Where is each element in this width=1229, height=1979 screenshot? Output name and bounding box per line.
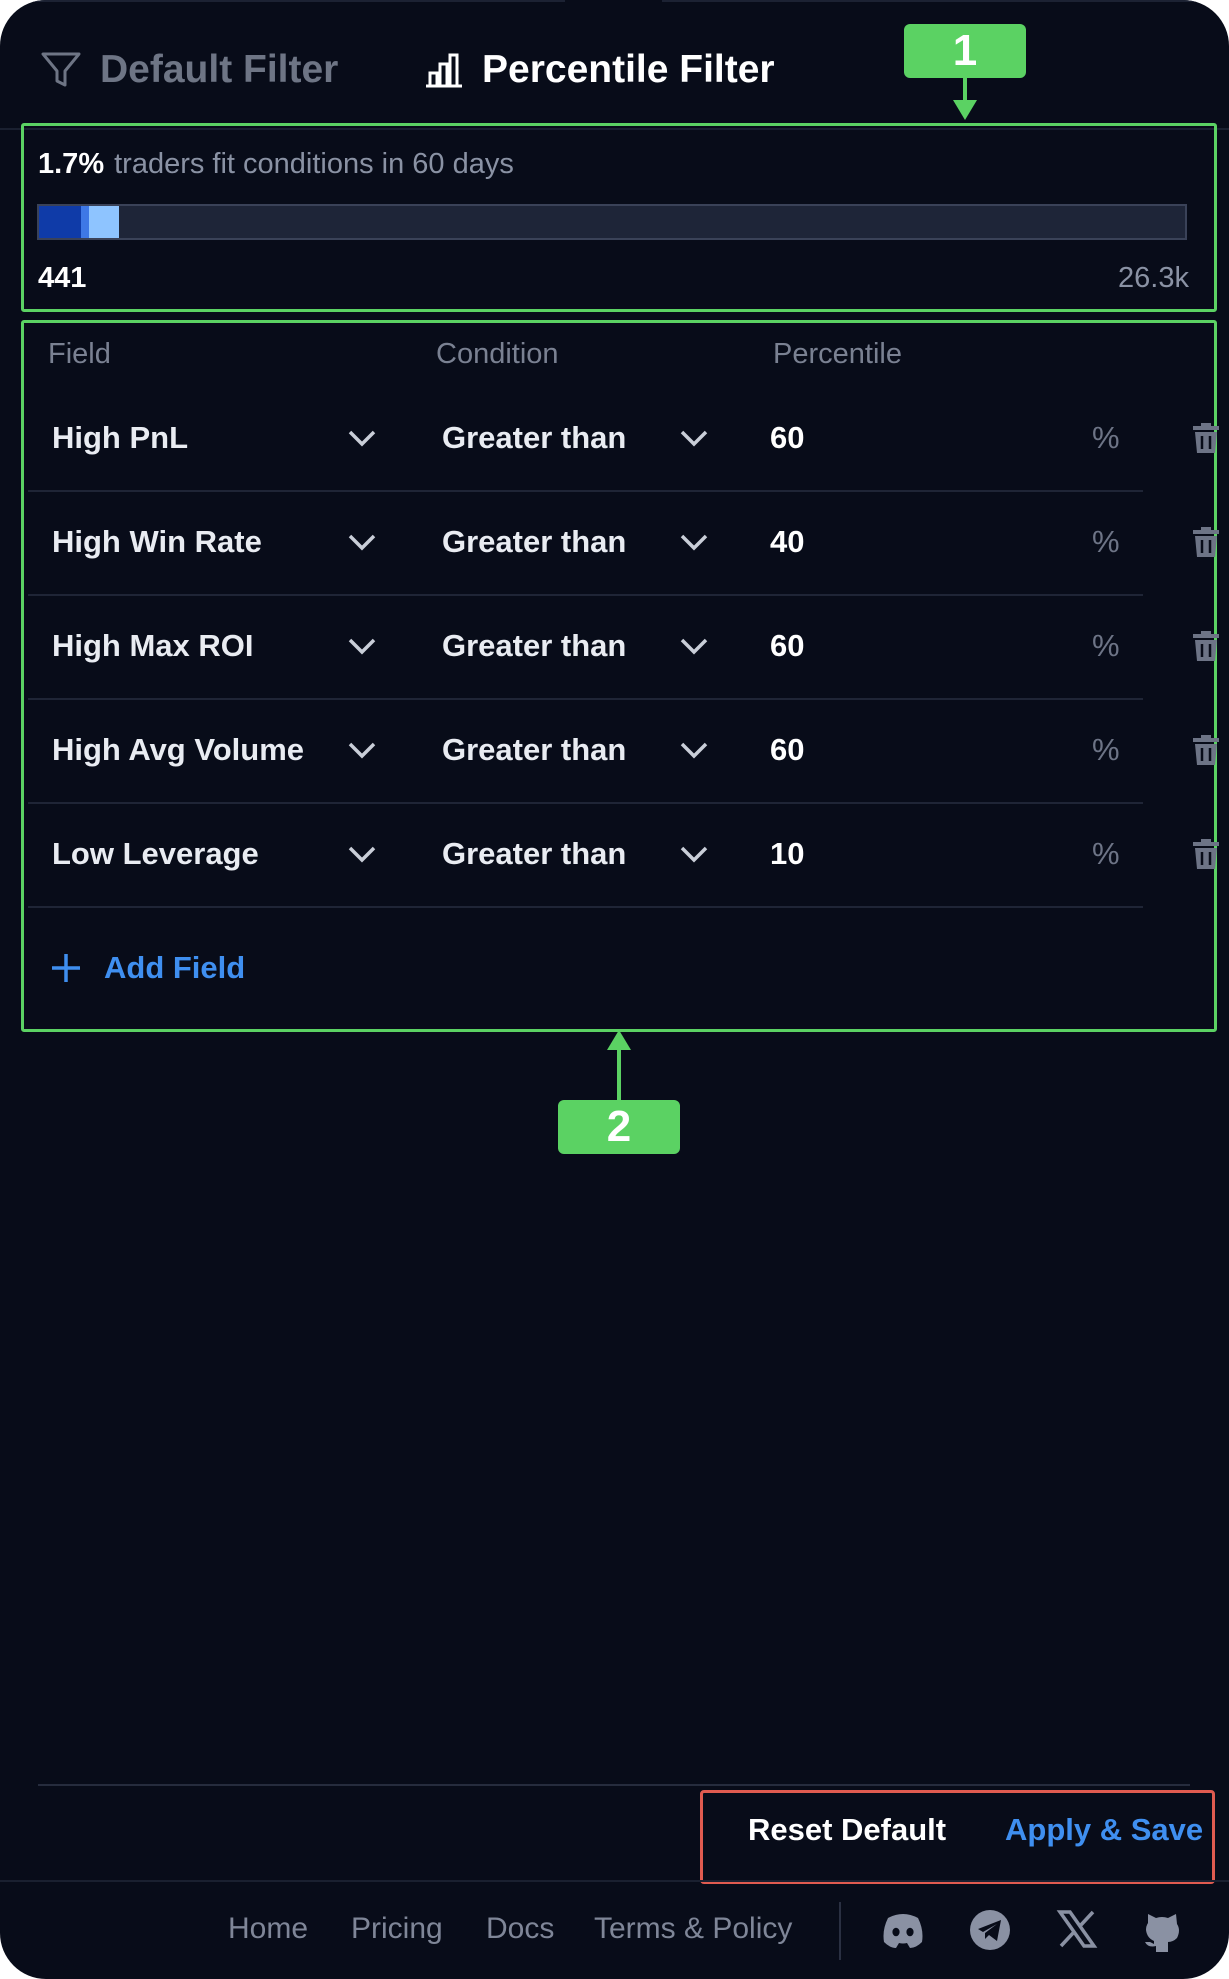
column-header-percentile: Percentile [773, 338, 902, 370]
chevron-down-icon[interactable] [346, 528, 378, 556]
callout-arrowhead-1 [953, 100, 977, 120]
footer-link-home[interactable]: Home [228, 1912, 308, 1946]
column-header-condition: Condition [436, 338, 559, 370]
callout-label-2: 2 [558, 1100, 680, 1154]
percent-unit: % [1092, 420, 1120, 455]
callout-arrowhead-2 [607, 1030, 631, 1050]
field-select[interactable]: High PnL [52, 386, 188, 490]
footer-separator [839, 1902, 841, 1960]
stats-text: traders fit conditions in 60 days [114, 148, 514, 180]
apply-save-button[interactable]: Apply & Save [1005, 1812, 1203, 1848]
field-select[interactable]: High Win Rate [52, 490, 262, 594]
chevron-down-icon[interactable] [678, 424, 710, 452]
tab-percentile-label: Percentile Filter [482, 48, 775, 91]
filter-row: High Win Rate Greater than 40 % [28, 490, 1219, 596]
discord-icon[interactable] [880, 1908, 926, 1952]
progress-fill-mid [81, 206, 89, 238]
filter-row: High Max ROI Greater than 60 % [28, 594, 1219, 700]
stats-min: 441 [38, 262, 87, 294]
stats-max: 26.3k [1118, 262, 1189, 294]
chevron-down-icon[interactable] [678, 632, 710, 660]
footer-link-terms[interactable]: Terms & Policy [594, 1912, 792, 1946]
filter-panel: Default Filter Percentile Filter 1 1.7% t… [0, 0, 1229, 1979]
progress-fill-light [89, 206, 119, 238]
chevron-down-icon[interactable] [678, 528, 710, 556]
footer-divider [0, 1880, 1229, 1882]
reset-default-button[interactable]: Reset Default [748, 1812, 946, 1848]
stats-percent: 1.7% [38, 148, 105, 180]
trash-icon[interactable] [1191, 421, 1221, 455]
top-border [0, 0, 565, 2]
percent-unit: % [1092, 628, 1120, 663]
field-select[interactable]: High Avg Volume [52, 698, 304, 802]
chevron-down-icon[interactable] [346, 840, 378, 868]
tab-percentile-filter[interactable]: Percentile Filter [424, 42, 775, 98]
filter-row: High PnL Greater than 60 % [28, 386, 1219, 492]
condition-select[interactable]: Greater than [442, 490, 626, 594]
bar-chart-icon [424, 51, 464, 89]
trash-icon[interactable] [1191, 733, 1221, 767]
stats-summary: 1.7% traders fit conditions in 60 days [38, 148, 514, 181]
condition-select[interactable]: Greater than [442, 802, 626, 906]
callout-arrow-2 [617, 1048, 621, 1100]
trash-icon[interactable] [1191, 525, 1221, 559]
add-field-button[interactable]: Add Field [50, 950, 245, 986]
trash-icon[interactable] [1191, 629, 1221, 663]
field-select[interactable]: High Max ROI [52, 594, 254, 698]
filter-row: Low Leverage Greater than 10 % [28, 802, 1219, 908]
field-select[interactable]: Low Leverage [52, 802, 259, 906]
chevron-down-icon[interactable] [346, 632, 378, 660]
footer-link-pricing[interactable]: Pricing [351, 1912, 443, 1946]
percent-unit: % [1092, 732, 1120, 767]
chevron-down-icon[interactable] [346, 424, 378, 452]
percentile-input[interactable]: 40 [770, 490, 804, 594]
percentile-input[interactable]: 10 [770, 802, 804, 906]
chevron-down-icon[interactable] [346, 736, 378, 764]
progress-bar [37, 204, 1187, 240]
percentile-input[interactable]: 60 [770, 386, 804, 490]
top-border [662, 0, 1229, 2]
github-icon[interactable] [1140, 1908, 1184, 1954]
telegram-icon[interactable] [968, 1908, 1012, 1952]
percent-unit: % [1092, 836, 1120, 871]
condition-select[interactable]: Greater than [442, 594, 626, 698]
filter-row: High Avg Volume Greater than 60 % [28, 698, 1219, 804]
plus-icon [52, 954, 80, 982]
add-field-label: Add Field [104, 950, 246, 985]
tab-default-filter[interactable]: Default Filter [40, 42, 338, 98]
filter-icon [40, 51, 82, 89]
chevron-down-icon[interactable] [678, 840, 710, 868]
percent-unit: % [1092, 524, 1120, 559]
x-icon[interactable] [1056, 1908, 1098, 1950]
tab-default-label: Default Filter [100, 48, 339, 91]
percentile-input[interactable]: 60 [770, 594, 804, 698]
actions-divider [38, 1784, 1190, 1786]
callout-label-1: 1 [904, 24, 1026, 78]
footer-link-docs[interactable]: Docs [486, 1912, 554, 1946]
column-header-field: Field [48, 338, 111, 370]
condition-select[interactable]: Greater than [442, 698, 626, 802]
chevron-down-icon[interactable] [678, 736, 710, 764]
trash-icon[interactable] [1191, 837, 1221, 871]
progress-fill-dark [39, 206, 81, 238]
condition-select[interactable]: Greater than [442, 386, 626, 490]
percentile-input[interactable]: 60 [770, 698, 804, 802]
